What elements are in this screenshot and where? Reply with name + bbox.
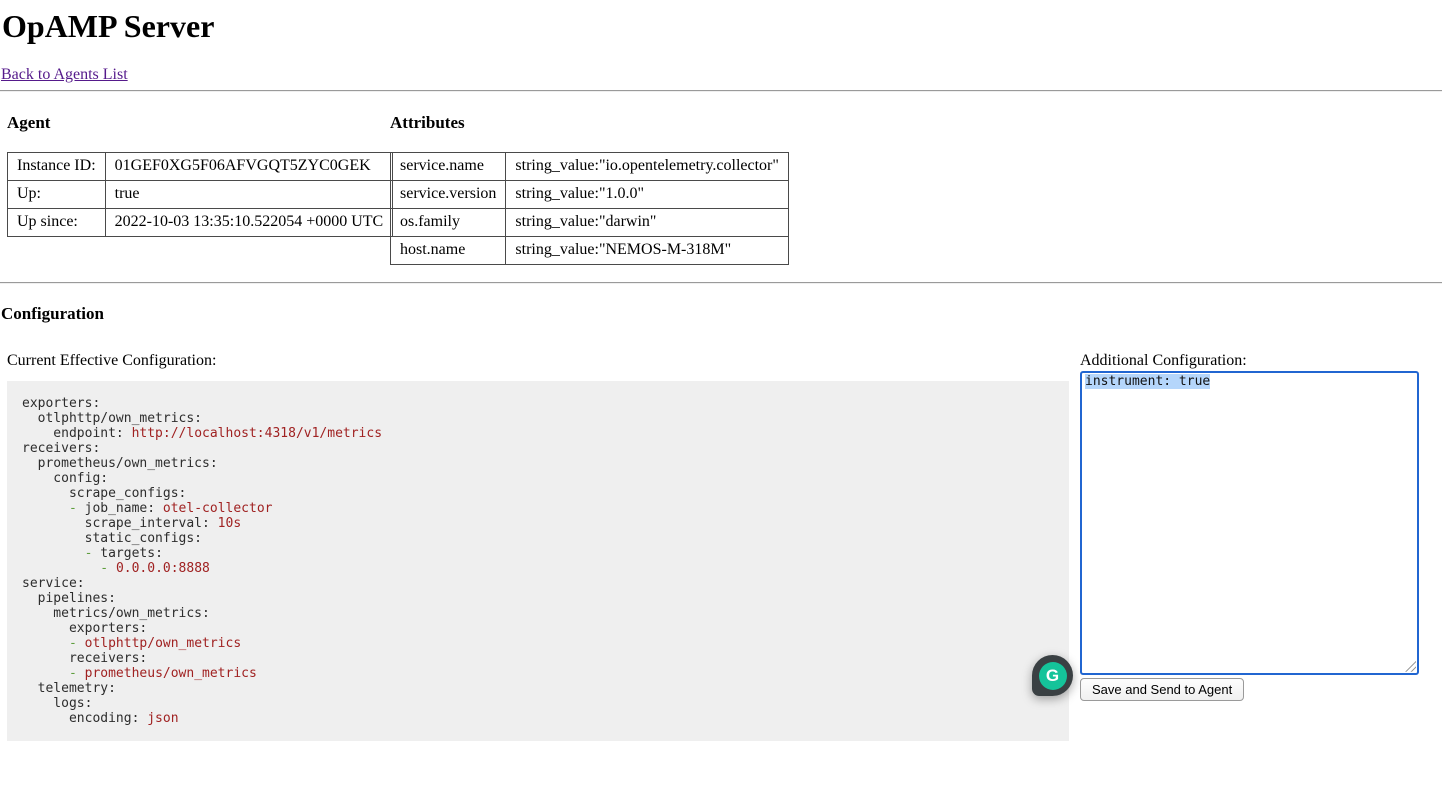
- row-value: true: [105, 180, 393, 208]
- additional-config-textarea[interactable]: instrument: true: [1080, 371, 1419, 675]
- code-line: scrape_configs:: [22, 486, 1054, 501]
- attributes-table: service.namestring_value:"io.opentelemet…: [390, 152, 789, 265]
- row-value: 01GEF0XG5F06AFVGQT5ZYC0GEK: [105, 152, 393, 180]
- agent-table-body: Instance ID:01GEF0XG5F06AFVGQT5ZYC0GEKUp…: [8, 152, 393, 236]
- row-label: Up since:: [8, 208, 106, 236]
- code-line: exporters:: [22, 621, 1054, 636]
- grammarly-g-icon: G: [1039, 662, 1067, 690]
- code-line: - 0.0.0.0:8888: [22, 561, 1054, 576]
- table-row: Up since:2022-10-03 13:35:10.522054 +000…: [8, 208, 393, 236]
- attributes-heading: Attributes: [390, 113, 1442, 133]
- agent-column: Agent Instance ID:01GEF0XG5F06AFVGQT5ZYC…: [7, 92, 390, 265]
- row-value: string_value:"1.0.0": [506, 180, 789, 208]
- row-value: string_value:"darwin": [506, 208, 789, 236]
- agent-heading: Agent: [7, 113, 390, 133]
- code-line: prometheus/own_metrics:: [22, 456, 1054, 471]
- table-row: os.familystring_value:"darwin": [391, 208, 789, 236]
- code-line: - targets:: [22, 546, 1054, 561]
- row-label: host.name: [391, 236, 506, 264]
- row-label: service.name: [391, 152, 506, 180]
- effective-config-label: Current Effective Configuration:: [7, 352, 1069, 370]
- code-line: - job_name: otel-collector: [22, 501, 1054, 516]
- code-line: metrics/own_metrics:: [22, 606, 1054, 621]
- table-row: service.versionstring_value:"1.0.0": [391, 180, 789, 208]
- attributes-table-body: service.namestring_value:"io.opentelemet…: [391, 152, 789, 264]
- code-line: scrape_interval: 10s: [22, 516, 1054, 531]
- code-line: config:: [22, 471, 1054, 486]
- code-line: receivers:: [22, 651, 1054, 666]
- page-title: OpAMP Server: [2, 8, 1442, 45]
- code-line: service:: [22, 576, 1054, 591]
- table-row: service.namestring_value:"io.opentelemet…: [391, 152, 789, 180]
- code-line: logs:: [22, 696, 1054, 711]
- row-value: string_value:"io.opentelemetry.collector…: [506, 152, 789, 180]
- additional-config-label: Additional Configuration:: [1080, 352, 1421, 370]
- agent-attributes-section: Agent Instance ID:01GEF0XG5F06AFVGQT5ZYC…: [7, 92, 1442, 265]
- effective-config-column: Current Effective Configuration: exporte…: [7, 352, 1069, 741]
- textarea-resize-handle[interactable]: [1405, 661, 1416, 672]
- row-label: service.version: [391, 180, 506, 208]
- save-and-send-button[interactable]: Save and Send to Agent: [1080, 678, 1244, 701]
- row-label: Instance ID:: [8, 152, 106, 180]
- code-line: - otlphttp/own_metrics: [22, 636, 1054, 651]
- code-line: - prometheus/own_metrics: [22, 666, 1054, 681]
- row-value: string_value:"NEMOS-M-318M": [506, 236, 789, 264]
- agent-table: Instance ID:01GEF0XG5F06AFVGQT5ZYC0GEKUp…: [7, 152, 393, 237]
- configuration-heading: Configuration: [1, 304, 1442, 324]
- row-label: Up:: [8, 180, 106, 208]
- code-line: exporters:: [22, 396, 1054, 411]
- row-label: os.family: [391, 208, 506, 236]
- configuration-section: Current Effective Configuration: exporte…: [0, 352, 1442, 741]
- additional-config-column: Additional Configuration: instrument: tr…: [1080, 352, 1421, 701]
- table-row: Up:true: [8, 180, 393, 208]
- divider-configuration: [0, 282, 1442, 284]
- code-line: pipelines:: [22, 591, 1054, 606]
- textarea-selected-text: instrument: true: [1085, 374, 1210, 389]
- table-row: Instance ID:01GEF0XG5F06AFVGQT5ZYC0GEK: [8, 152, 393, 180]
- table-row: host.namestring_value:"NEMOS-M-318M": [391, 236, 789, 264]
- code-line: endpoint: http://localhost:4318/v1/metri…: [22, 426, 1054, 441]
- code-line: telemetry:: [22, 681, 1054, 696]
- code-line: static_configs:: [22, 531, 1054, 546]
- back-to-agents-link[interactable]: Back to Agents List: [1, 66, 128, 84]
- code-line: encoding: json: [22, 711, 1054, 726]
- grammarly-icon[interactable]: G: [1032, 655, 1073, 696]
- effective-config-code: exporters: otlphttp/own_metrics: endpoin…: [7, 381, 1069, 741]
- attributes-column: Attributes service.namestring_value:"io.…: [390, 92, 1442, 265]
- code-line: receivers:: [22, 441, 1054, 456]
- code-line: otlphttp/own_metrics:: [22, 411, 1054, 426]
- row-value: 2022-10-03 13:35:10.522054 +0000 UTC: [105, 208, 393, 236]
